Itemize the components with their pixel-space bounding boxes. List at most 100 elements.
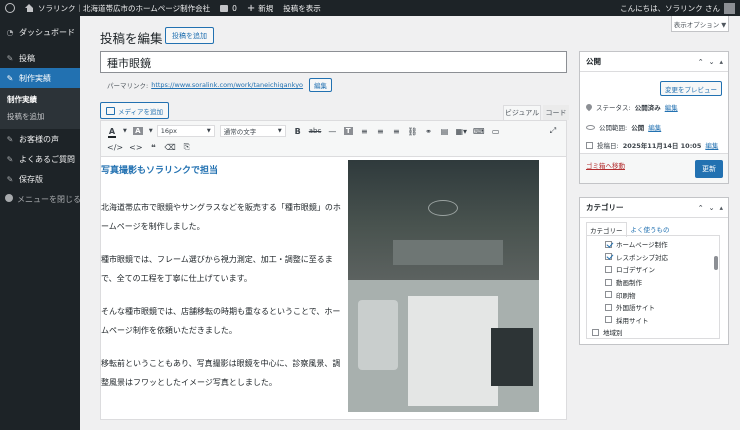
- blockquote-icon[interactable]: ❝: [147, 140, 161, 154]
- post-title-input[interactable]: 種市眼鏡: [100, 51, 567, 73]
- editor-content[interactable]: 写真撮影もソラリンクで担当 北海道帯広市で眼鏡やサングラスなどを販売する「種市眼…: [101, 157, 566, 419]
- caret-up-icon[interactable]: ▴: [719, 58, 723, 66]
- site-name-link[interactable]: ソラリンク｜北海道帯広市のホームページ制作会社: [20, 0, 215, 16]
- collapse-menu-button[interactable]: メニューを閉じる: [0, 189, 81, 209]
- category-checkbox[interactable]: [592, 328, 599, 336]
- align-right-icon[interactable]: ≡: [389, 124, 403, 138]
- submenu-item-works[interactable]: 制作実績: [0, 91, 80, 108]
- sidebar-item-voices[interactable]: ✎ お客様の声: [0, 129, 80, 149]
- list-item[interactable]: レスポンシブ対応: [605, 251, 719, 264]
- account-menu[interactable]: こんにちは、ソラリンク さん: [615, 0, 740, 16]
- screen-options-button[interactable]: 表示オプション ▼: [671, 16, 729, 32]
- sidebar-item-archive[interactable]: ✎ 保存版: [0, 169, 80, 189]
- add-new-post-button[interactable]: 投稿を追加: [165, 27, 214, 44]
- list-item[interactable]: ロゴデザイン: [605, 263, 719, 276]
- list-item[interactable]: 採用サイト: [605, 314, 719, 327]
- move-to-trash-link[interactable]: ゴミ箱へ移動: [586, 160, 625, 170]
- sidebar-item-label: よくあるご質問: [19, 154, 75, 164]
- category-checkbox[interactable]: [605, 240, 612, 248]
- date-edit-link[interactable]: 編集: [705, 140, 718, 150]
- publish-panel-header[interactable]: 公開 ⌃ ⌄ ▴: [580, 52, 728, 72]
- pin-icon: ✎: [6, 53, 14, 63]
- sidebar-item-dashboard[interactable]: ◔ ダッシュボード: [0, 22, 80, 42]
- sidebar-item-works[interactable]: ✎ 制作実績: [0, 68, 80, 88]
- horizontal-rule-icon[interactable]: —: [325, 124, 339, 138]
- visibility-value: 公開: [631, 124, 645, 132]
- list-item[interactable]: 動画制作: [605, 276, 719, 289]
- code-close-icon[interactable]: </>: [105, 140, 125, 154]
- code-block-icon[interactable]: ⎘: [180, 140, 194, 154]
- categories-panel-header[interactable]: カテゴリー ⌃ ⌄ ▴: [580, 198, 728, 218]
- wordpress-logo-menu[interactable]: [0, 0, 20, 16]
- chevron-up-icon[interactable]: ⌃: [698, 58, 704, 66]
- background-color-dropdown[interactable]: ▼: [147, 124, 155, 138]
- category-checkbox[interactable]: [605, 303, 612, 311]
- caret-up-icon[interactable]: ▴: [719, 204, 723, 212]
- toolbar-toggle-icon[interactable]: ▭: [489, 124, 503, 138]
- category-checkbox[interactable]: [605, 253, 612, 261]
- new-content-menu[interactable]: + 新規: [242, 0, 278, 16]
- text-color-dropdown[interactable]: ▼: [121, 124, 129, 138]
- text-color-icon: A: [107, 126, 117, 138]
- preview-changes-button[interactable]: 変更をプレビュー: [660, 81, 722, 96]
- add-media-button[interactable]: メディアを追加: [100, 102, 170, 119]
- update-button[interactable]: 更新: [695, 160, 723, 178]
- paste-text-icon[interactable]: T: [341, 124, 355, 138]
- classic-editor: A ▼ A ▼ 16px ▼ 通常の文字 ▼ B abc — T ≡ ≡ ≡ ⛓ ⚭…: [100, 120, 567, 420]
- sidebar-item-posts[interactable]: ✎ 投稿: [0, 48, 80, 68]
- category-checkbox[interactable]: [605, 291, 612, 299]
- category-checkbox[interactable]: [605, 265, 612, 273]
- submenu-item-add-new[interactable]: 投稿を追加: [0, 108, 80, 125]
- font-size-select[interactable]: 16px ▼: [156, 125, 215, 137]
- background-color-button[interactable]: A: [131, 124, 145, 138]
- category-checkbox[interactable]: [605, 278, 612, 286]
- tab-visual[interactable]: ビジュアル: [503, 105, 541, 120]
- unlink-icon[interactable]: ⚭: [421, 124, 435, 138]
- website-screenshot-image[interactable]: [348, 160, 539, 412]
- permalink-link[interactable]: https://www.soralink.com/work/taneichiga…: [151, 81, 303, 89]
- pin-icon: ✎: [6, 174, 14, 184]
- chevron-down-icon: ▼: [206, 128, 211, 134]
- code-icon[interactable]: <>: [127, 140, 144, 154]
- comments-link[interactable]: 0: [215, 0, 242, 16]
- link-icon[interactable]: ⛓: [405, 124, 419, 138]
- chevron-up-icon[interactable]: ⌃: [698, 204, 704, 212]
- align-left-icon[interactable]: ≡: [357, 124, 371, 138]
- greeting: こんにちは、ソラリンク さん: [620, 3, 720, 13]
- list-item[interactable]: ホームページ制作: [605, 238, 719, 251]
- image-display-case: [393, 240, 503, 265]
- chevron-down-icon[interactable]: ⌄: [709, 204, 715, 212]
- read-more-icon[interactable]: ▤: [437, 124, 451, 138]
- publish-actions: ゴミ箱へ移動 更新: [580, 153, 728, 183]
- tab-code[interactable]: コード: [543, 105, 569, 120]
- text-color-button[interactable]: A: [105, 124, 119, 138]
- status-edit-link[interactable]: 編集: [665, 102, 678, 112]
- collapse-label: メニューを閉じる: [17, 194, 81, 204]
- view-post-link[interactable]: 投稿を表示: [278, 0, 326, 16]
- bold-icon[interactable]: B: [291, 124, 305, 138]
- clear-format-icon[interactable]: ⌫: [163, 140, 178, 154]
- list-item[interactable]: 外国語サイト: [605, 301, 719, 314]
- category-scrollbar[interactable]: [714, 238, 718, 336]
- list-item[interactable]: 地域別: [592, 326, 719, 338]
- align-center-icon[interactable]: ≡: [373, 124, 387, 138]
- format-select[interactable]: 通常の文字 ▼: [219, 125, 286, 137]
- list-item[interactable]: 印刷物: [605, 288, 719, 301]
- table-icon[interactable]: ▦▾: [453, 124, 469, 138]
- eye-icon: [586, 124, 595, 130]
- sidebar-item-faq[interactable]: ✎ よくあるご質問: [0, 149, 80, 169]
- strikethrough-icon[interactable]: abc: [307, 124, 324, 138]
- editor-toolbar: A ▼ A ▼ 16px ▼ 通常の文字 ▼ B abc — T ≡ ≡ ≡ ⛓ ⚭…: [101, 121, 566, 157]
- content-paragraph: そんな種市眼鏡では、店舗移転の時期も重なるということで、ホームページ制作を依頼い…: [101, 307, 341, 335]
- status-value: 公開済み: [634, 104, 661, 112]
- content-paragraph: 種市眼鏡では、フレーム選びから視力測定、加工・調整に至るまで、全ての工程を丁寧に…: [101, 255, 333, 283]
- fullscreen-icon[interactable]: ⤢: [546, 124, 560, 138]
- content-paragraph: 移転前ということもあり、写真撮影は眼鏡を中心に、診察風景、調整風景はフワッとした…: [101, 359, 341, 387]
- new-label: 新規: [258, 3, 274, 13]
- visibility-edit-link[interactable]: 編集: [648, 122, 661, 132]
- chevron-down-icon[interactable]: ⌄: [709, 58, 715, 66]
- keyboard-shortcuts-icon[interactable]: ⌨: [471, 124, 487, 138]
- image-small-photo: [491, 328, 533, 386]
- permalink-edit-button[interactable]: 編集: [309, 78, 333, 92]
- category-checkbox[interactable]: [605, 316, 612, 324]
